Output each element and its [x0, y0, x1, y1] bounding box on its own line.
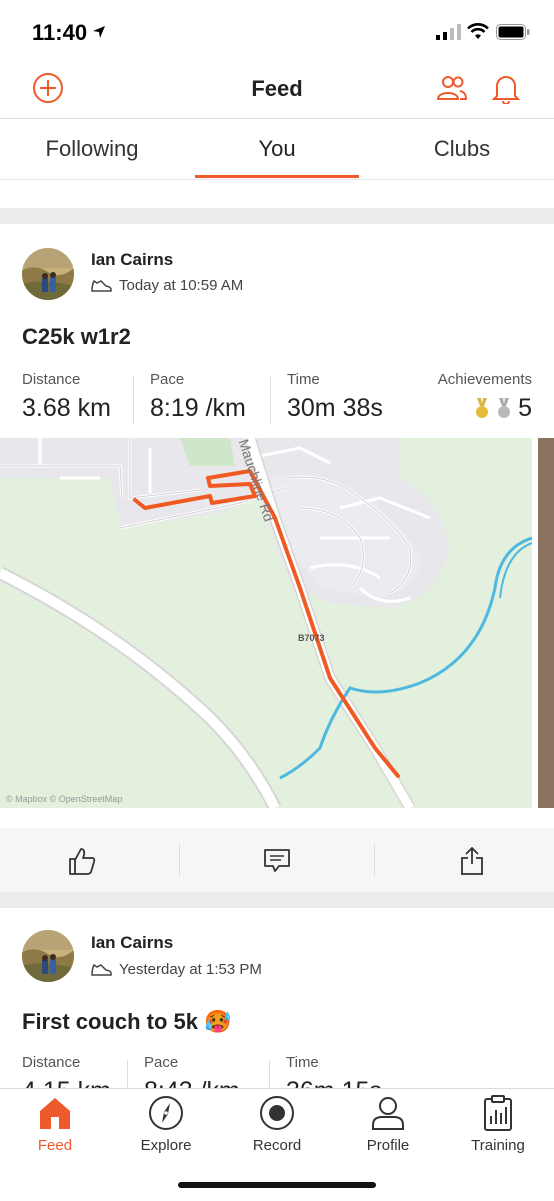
activity-title[interactable]: C25k w1r2 [22, 324, 131, 350]
status-bar: 11:40 [0, 0, 554, 62]
comment-icon[interactable] [263, 846, 291, 874]
nav-label: Record [252, 1137, 302, 1154]
battery-icon [496, 24, 530, 40]
nav-training[interactable]: Training [443, 1089, 553, 1169]
status-time: 11:40 [32, 20, 88, 45]
stat-divider [269, 1060, 270, 1088]
wifi-icon [467, 23, 489, 39]
nav-label: Training [471, 1137, 525, 1154]
feed-tabs: Following You Clubs [0, 118, 554, 180]
stat-label: Distance [22, 371, 81, 388]
achievement-count: 5 [518, 394, 532, 422]
notifications-bell-icon[interactable] [492, 72, 520, 104]
activity-card[interactable]: Ian Cairns Yesterday at 1:53 PM First co… [0, 908, 554, 1088]
home-indicator [178, 1182, 376, 1188]
stat-label: Pace [144, 1054, 179, 1071]
feed-separator [0, 208, 554, 224]
feed-separator [0, 892, 554, 908]
person-icon [372, 1097, 404, 1130]
stat-divider [127, 1060, 128, 1088]
page-title: Feed [251, 76, 303, 101]
stat-value: 30m 38s [287, 394, 383, 422]
feed-header: Feed [0, 62, 554, 118]
nav-record[interactable]: Record [222, 1089, 332, 1169]
record-icon [260, 1096, 294, 1130]
stat-time: Time 36m 15s [286, 1054, 382, 1088]
stat-label: Time [286, 1054, 319, 1071]
activity-actions [0, 828, 554, 892]
activity-meta: Today at 10:59 AM [91, 277, 243, 294]
nav-feed[interactable]: Feed [0, 1089, 110, 1169]
action-divider [179, 844, 180, 876]
stat-achievements[interactable]: Achievements 5 [438, 371, 532, 423]
route-map[interactable]: B7073 Mauchline Rd © Mapbox © OpenStreet… [0, 438, 532, 808]
avatar[interactable] [22, 248, 74, 300]
stat-label: Distance [22, 1054, 81, 1071]
kudos-thumbs-up-icon[interactable] [67, 846, 97, 876]
next-photo-peek[interactable] [538, 438, 554, 808]
activity-time: Yesterday at 1:53 PM [119, 961, 262, 978]
stat-value: 3.68 km [22, 394, 111, 422]
stat-value: 8:43 /km [144, 1077, 240, 1088]
athlete-name[interactable]: Ian Cairns [91, 933, 173, 953]
clipboard-chart-icon [484, 1095, 512, 1131]
active-tab-indicator [195, 175, 359, 178]
athlete-name[interactable]: Ian Cairns [91, 250, 173, 270]
silver-medal-icon [498, 397, 511, 418]
compass-icon [149, 1096, 183, 1130]
stat-value: 36m 15s [286, 1077, 382, 1088]
cellular-signal-icon [436, 24, 461, 40]
nav-label: Explore [140, 1137, 192, 1154]
gold-medal-icon [476, 397, 489, 418]
stat-distance: Distance 3.68 km [22, 371, 111, 423]
nav-label: Feed [37, 1137, 73, 1154]
shoe-icon [91, 279, 112, 292]
stat-value: 8:19 /km [150, 394, 246, 422]
shoe-icon [91, 963, 112, 976]
share-icon[interactable] [459, 846, 485, 876]
stat-value: 4.15 km [22, 1077, 111, 1088]
find-friends-icon[interactable] [436, 74, 468, 102]
location-arrow-icon [93, 26, 105, 38]
nav-profile[interactable]: Profile [333, 1089, 443, 1169]
home-icon [40, 1098, 70, 1129]
stat-divider [270, 376, 271, 424]
action-divider [374, 844, 375, 876]
activity-meta: Yesterday at 1:53 PM [91, 961, 262, 978]
stat-label: Time [287, 371, 320, 388]
activity-card[interactable]: Ian Cairns Today at 10:59 AM C25k w1r2 D… [0, 224, 554, 892]
avatar[interactable] [22, 930, 74, 982]
tab-you[interactable]: You [195, 119, 359, 179]
stat-divider [133, 376, 134, 424]
tab-clubs[interactable]: Clubs [370, 119, 554, 179]
tab-following[interactable]: Following [0, 119, 184, 179]
stat-label: Achievements [437, 371, 532, 388]
map-attribution: © Mapbox © OpenStreetMap [6, 794, 122, 804]
nav-label: Profile [366, 1137, 410, 1154]
map-canvas: B7073 Mauchline Rd © Mapbox © OpenStreet… [0, 438, 532, 808]
stat-pace: Pace 8:43 /km [144, 1054, 240, 1088]
road-label: B7073 [298, 633, 325, 643]
stat-pace: Pace 8:19 /km [150, 371, 246, 423]
nav-explore[interactable]: Explore [111, 1089, 221, 1169]
stat-label: Pace [150, 371, 185, 388]
stat-time: Time 30m 38s [287, 371, 383, 423]
stat-distance: Distance 4.15 km [22, 1054, 111, 1088]
activity-title[interactable]: First couch to 5k 🥵 [22, 1009, 232, 1035]
activity-time: Today at 10:59 AM [119, 277, 244, 294]
